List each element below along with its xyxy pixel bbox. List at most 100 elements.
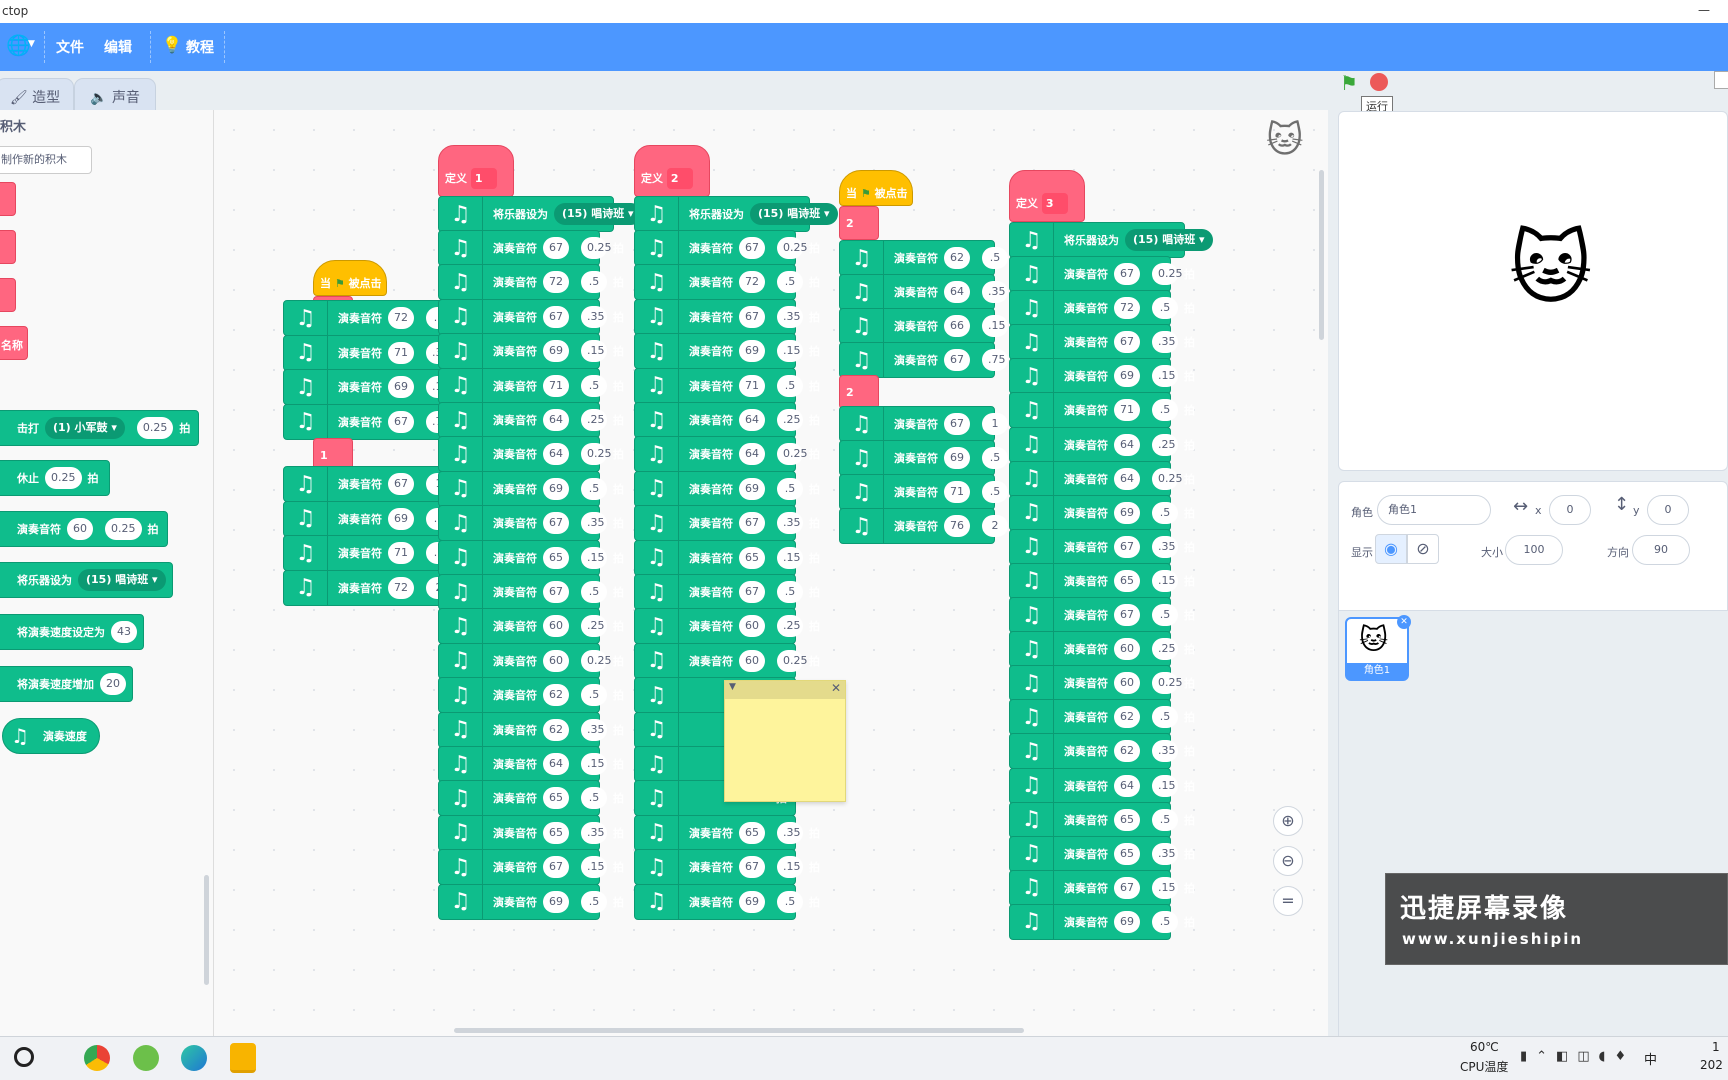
- play-note-block[interactable]: ♫ 演奏音符 67 .35 拍: [634, 505, 820, 542]
- play-note-block[interactable]: ♫ 演奏音符 67 .15 拍: [1009, 869, 1195, 906]
- play-note-block[interactable]: ♫ 演奏音符 67 .35 拍: [634, 298, 820, 335]
- note-input[interactable]: 67: [543, 856, 569, 879]
- note-input[interactable]: 72: [739, 271, 765, 294]
- sprite-thumbnail[interactable]: 🐱 角色1 ✕: [1345, 615, 1411, 681]
- play-note-block[interactable]: ♫演奏音符64.35拍: [839, 274, 1025, 310]
- zoom-in-button[interactable]: ⊕: [1273, 806, 1303, 836]
- stage[interactable]: 🐱: [1338, 111, 1728, 471]
- when-flag-clicked-hat-a[interactable]: 当 ⚑ 被点击: [313, 260, 387, 296]
- beats-input[interactable]: 1: [982, 413, 1008, 435]
- beats-input[interactable]: .15: [581, 753, 607, 775]
- play-note-block[interactable]: ♫演奏音符69.5拍: [438, 883, 624, 920]
- palette-tempo-set-block[interactable]: 将演奏速度设定为 43: [0, 614, 144, 650]
- beats-input[interactable]: 0.25: [581, 649, 612, 672]
- play-note-block[interactable]: ♫ 演奏音符 71 .5 拍: [438, 367, 624, 404]
- note-input[interactable]: 71: [1114, 399, 1140, 422]
- call-block-d2[interactable]: 2: [839, 375, 879, 409]
- play-note-block[interactable]: ♫演奏音符67.75拍: [839, 342, 1025, 378]
- note-input[interactable]: 65: [739, 821, 765, 844]
- palette-drum-block[interactable]: 击打 (1) 小军鼓 ▾ 0.25 拍: [0, 410, 200, 446]
- beats-input[interactable]: .5: [1152, 910, 1178, 933]
- beats-input[interactable]: .15: [1152, 876, 1178, 899]
- play-note-block[interactable]: ♫ 演奏音符 64 .25 拍: [438, 402, 624, 438]
- drum-dropdown[interactable]: (1) 小军鼓 ▾: [45, 417, 125, 439]
- play-note-block[interactable]: ♫演奏音符66.15拍: [839, 308, 1025, 344]
- comment-note[interactable]: ▼ ✕: [724, 680, 846, 802]
- beats-input[interactable]: .35: [777, 305, 803, 328]
- sprite-size-input[interactable]: 100: [1505, 535, 1563, 565]
- note-input[interactable]: 69: [739, 890, 765, 913]
- note-input[interactable]: 71: [388, 542, 414, 564]
- instrument-dropdown-e[interactable]: (15) 唱诗班 ▾: [1125, 229, 1213, 251]
- green-flag-button[interactable]: ⚑: [1340, 71, 1364, 95]
- custom-block-3[interactable]: [0, 278, 16, 312]
- note-input[interactable]: 69: [388, 376, 414, 398]
- note-input[interactable]: 69: [543, 477, 569, 500]
- play-note-block[interactable]: ♫演奏音符69.5拍: [283, 500, 469, 537]
- beats-input[interactable]: .15: [1152, 569, 1178, 592]
- beats-input[interactable]: .5: [581, 477, 607, 500]
- play-note-block[interactable]: ♫演奏音符67.75拍: [283, 403, 469, 440]
- beats-input[interactable]: .35: [581, 821, 607, 844]
- lightbulb-icon[interactable]: 💡: [162, 35, 182, 54]
- note-input[interactable]: 72: [388, 307, 414, 329]
- app-scratch-icon[interactable]: [230, 1043, 256, 1073]
- tab-costumes[interactable]: 🖌 造型: [0, 78, 74, 111]
- beats-input[interactable]: .15: [982, 315, 1008, 337]
- play-note-block[interactable]: ♫演奏音符69.5拍: [634, 470, 820, 507]
- note-input[interactable]: 60: [543, 615, 569, 638]
- custom-block-2[interactable]: [0, 230, 16, 264]
- workspace-hscrollbar[interactable]: [454, 1028, 1024, 1033]
- beats-input[interactable]: .5: [1152, 808, 1178, 831]
- note-input[interactable]: 62: [944, 247, 970, 269]
- play-note-block[interactable]: ♫ 演奏音符 65 .35 拍: [634, 814, 820, 851]
- note-input[interactable]: 69: [1114, 365, 1140, 388]
- beats-input[interactable]: 0.25: [777, 237, 808, 259]
- play-note-block[interactable]: ♫ 演奏音符 67 .35 拍: [438, 298, 624, 335]
- palette-scrollbar[interactable]: [204, 875, 209, 985]
- beats-input[interactable]: .35: [777, 821, 803, 844]
- minimize-button[interactable]: —: [1698, 3, 1710, 17]
- play-note-block[interactable]: ♫演奏音符69.5拍: [634, 883, 820, 920]
- play-note-block[interactable]: ♫演奏音符72.5拍: [283, 300, 469, 336]
- note-input[interactable]: 65: [543, 546, 569, 569]
- beats-input[interactable]: .25: [581, 615, 607, 638]
- sprite-y-input[interactable]: 0: [1647, 495, 1689, 525]
- beats-input[interactable]: .5: [581, 684, 607, 707]
- note-input[interactable]: 60: [1114, 638, 1140, 661]
- note-input[interactable]: 64: [739, 443, 765, 466]
- zoom-reset-button[interactable]: =: [1273, 886, 1303, 916]
- beats-input[interactable]: .5: [982, 247, 1008, 269]
- play-note-block[interactable]: ♫ 演奏音符 60 0.25 拍: [438, 642, 624, 679]
- note-input[interactable]: 67: [543, 581, 569, 603]
- note-input[interactable]: 67: [739, 581, 765, 603]
- beats-input[interactable]: .5: [581, 271, 607, 294]
- note-input[interactable]: 72: [1114, 297, 1140, 320]
- play-note-block[interactable]: ♫ 演奏音符 64 .15 拍: [438, 746, 624, 782]
- chrome-icon[interactable]: [84, 1045, 110, 1071]
- note-input[interactable]: 65: [543, 821, 569, 844]
- play-note-block[interactable]: ♫ 演奏音符 71 .5 拍: [1009, 392, 1195, 429]
- note-input[interactable]: 67: [388, 473, 414, 495]
- menu-tutorial[interactable]: 教程: [186, 37, 214, 57]
- note-input[interactable]: 67: [739, 512, 765, 535]
- note-input[interactable]: 64: [543, 409, 569, 431]
- play-note-block[interactable]: ♫演奏音符69.5拍: [438, 470, 624, 507]
- note-input[interactable]: 64: [543, 443, 569, 466]
- stop-button[interactable]: [1370, 73, 1388, 91]
- beats-input[interactable]: .5: [581, 374, 607, 397]
- beats-input[interactable]: .35: [1152, 740, 1178, 763]
- note-input[interactable]: 60: [739, 615, 765, 638]
- beats-input[interactable]: .35: [581, 305, 607, 328]
- note-input[interactable]: 69: [739, 477, 765, 500]
- menu-edit[interactable]: 编辑: [104, 37, 132, 57]
- note-input[interactable]: 67: [1114, 263, 1140, 285]
- browser-icon[interactable]: [133, 1045, 159, 1071]
- beats-input[interactable]: .15: [581, 546, 607, 569]
- play-note-block[interactable]: ♫ 演奏音符 64 0.25 拍: [438, 436, 624, 473]
- note-input[interactable]: 71: [739, 374, 765, 397]
- play-note-block[interactable]: ♫ 演奏音符 67 .15 拍: [634, 849, 820, 886]
- note-input[interactable]: 67: [739, 856, 765, 879]
- play-note-block[interactable]: ♫ 演奏音符 67 0.25 拍: [1009, 256, 1195, 292]
- note-input[interactable]: 76: [944, 515, 970, 537]
